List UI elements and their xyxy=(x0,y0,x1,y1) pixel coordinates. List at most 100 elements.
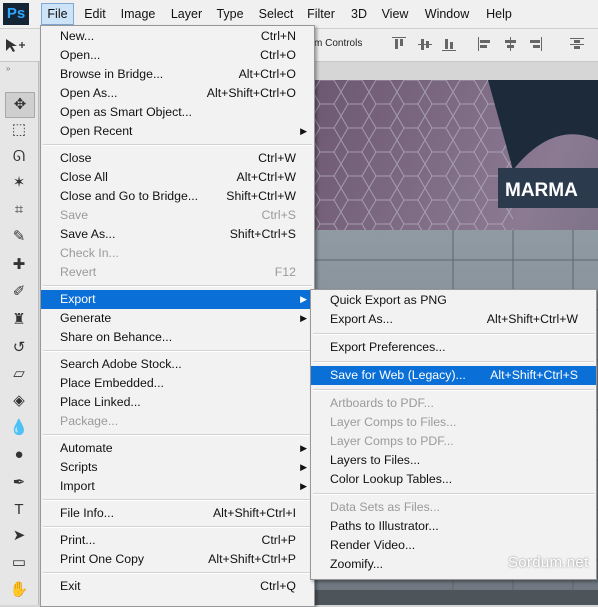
export-menu-item-layer-comps-to-files[interactable]: Layer Comps to Files... xyxy=(311,413,596,432)
file-menu-item-new[interactable]: New... Ctrl+N xyxy=(41,27,314,46)
submenu-arrow-icon: ▶ xyxy=(300,443,307,453)
file-menu-item-file-info[interactable]: File Info... Alt+Shift+Ctrl+I xyxy=(41,504,314,523)
file-menu-item-save[interactable]: Save Ctrl+S xyxy=(41,206,314,225)
file-menu-item-print-one-copy[interactable]: Print One Copy Alt+Shift+Ctrl+P xyxy=(41,550,314,569)
file-menu-item-automate[interactable]: Automate ▶ xyxy=(41,439,314,458)
file-menu-item-export[interactable]: Export ▶ xyxy=(41,290,314,309)
export-menu-item-render-video[interactable]: Render Video... xyxy=(311,536,596,555)
menu-image[interactable]: Image xyxy=(119,4,157,24)
submenu-arrow-icon: ▶ xyxy=(300,294,307,304)
file-menu-item-import[interactable]: Import ▶ xyxy=(41,477,314,496)
canvas-sign-text: MARMA xyxy=(505,180,578,201)
menu-item-label: Revert xyxy=(60,265,97,279)
export-menu-item-save-for-web-legacy[interactable]: Save for Web (Legacy)... Alt+Shift+Ctrl+S xyxy=(311,366,596,385)
menu-item-label: Open Recent xyxy=(60,124,133,138)
export-menu-item-color-lookup-tables[interactable]: Color Lookup Tables... xyxy=(311,470,596,489)
menu-separator xyxy=(43,434,312,436)
align-bottom-edges-icon[interactable] xyxy=(442,37,456,51)
marquee-tool-icon[interactable]: ⬚ xyxy=(5,118,33,142)
file-menu-item-close[interactable]: Close Ctrl+W xyxy=(41,149,314,168)
file-menu-item-close-and-go-to-bridge[interactable]: Close and Go to Bridge... Shift+Ctrl+W xyxy=(41,187,314,206)
healing-brush-tool-icon[interactable]: ✚ xyxy=(5,253,33,277)
export-menu-item-layers-to-files[interactable]: Layers to Files... xyxy=(311,451,596,470)
menu-item-label: Place Embedded... xyxy=(60,376,164,390)
align-left-edges-icon[interactable] xyxy=(478,37,492,51)
file-menu-item-share-on-behance[interactable]: Share on Behance... xyxy=(41,328,314,347)
file-menu-item-search-adobe-stock[interactable]: Search Adobe Stock... xyxy=(41,355,314,374)
file-menu-item-save-as[interactable]: Save As... Shift+Ctrl+S xyxy=(41,225,314,244)
file-menu-item-browse-in-bridge[interactable]: Browse in Bridge... Alt+Ctrl+O xyxy=(41,65,314,84)
menu-file[interactable]: File xyxy=(41,3,74,25)
menu-item-label: File Info... xyxy=(60,506,114,520)
menu-item-label: Save for Web (Legacy)... xyxy=(330,368,466,382)
align-top-edges-icon[interactable] xyxy=(392,37,406,51)
export-menu-item-quick-export-as-png[interactable]: Quick Export as PNG xyxy=(311,291,596,310)
menu-item-label: Color Lookup Tables... xyxy=(330,472,453,486)
photoshop-logo: Ps xyxy=(3,3,29,25)
hand-tool-icon[interactable]: ✋ xyxy=(5,578,33,602)
submenu-arrow-icon: ▶ xyxy=(300,462,307,472)
menu-window[interactable]: Window xyxy=(424,4,470,24)
menu-select[interactable]: Select xyxy=(257,4,295,24)
file-menu-item-check-in[interactable]: Check In... xyxy=(41,244,314,263)
move-tool-preset-icon[interactable] xyxy=(4,37,26,53)
clone-stamp-tool-icon[interactable]: ♜ xyxy=(5,308,33,332)
show-transform-controls-label[interactable]: m Controls xyxy=(314,38,362,49)
history-brush-tool-icon[interactable]: ↺ xyxy=(5,336,33,360)
file-menu-item-place-embedded[interactable]: Place Embedded... xyxy=(41,374,314,393)
brush-tool-icon[interactable]: ✐ xyxy=(5,280,33,304)
menu-3d[interactable]: 3D xyxy=(349,4,369,24)
menu-separator xyxy=(313,388,594,391)
panel-collapse-icon[interactable]: » xyxy=(6,64,10,73)
pen-tool-icon[interactable]: ✒ xyxy=(5,471,33,495)
file-menu-item-generate[interactable]: Generate ▶ xyxy=(41,309,314,328)
menu-item-label: Scripts xyxy=(60,460,98,474)
menu-layer[interactable]: Layer xyxy=(169,4,204,24)
file-menu-item-revert[interactable]: Revert F12 xyxy=(41,263,314,282)
export-menu-item-layer-comps-to-pdf[interactable]: Layer Comps to PDF... xyxy=(311,432,596,451)
export-menu-item-export-as[interactable]: Export As... Alt+Shift+Ctrl+W xyxy=(311,310,596,329)
menu-filter[interactable]: Filter xyxy=(306,4,336,24)
file-menu-item-place-linked[interactable]: Place Linked... xyxy=(41,393,314,412)
file-menu-item-scripts[interactable]: Scripts ▶ xyxy=(41,458,314,477)
menu-separator xyxy=(313,332,594,335)
magic-wand-tool-icon[interactable]: ✶ xyxy=(5,171,33,195)
distribute-top-edges-icon[interactable] xyxy=(570,37,584,51)
file-menu-item-open-as-smart-object[interactable]: Open as Smart Object... xyxy=(41,103,314,122)
type-tool-icon[interactable]: T xyxy=(5,498,33,522)
menu-item-label: Import xyxy=(60,479,95,493)
align-vertical-centers-icon[interactable] xyxy=(418,37,432,51)
paint-bucket-tool-icon[interactable]: ◈ xyxy=(5,389,33,413)
menu-item-shortcut: F12 xyxy=(274,265,296,279)
lasso-tool-icon[interactable]: ᘏ xyxy=(5,145,33,169)
eraser-tool-icon[interactable]: ▱ xyxy=(5,362,33,386)
export-menu-item-artboards-to-pdf[interactable]: Artboards to PDF... xyxy=(311,394,596,413)
menu-separator xyxy=(43,526,312,528)
rectangle-tool-icon[interactable]: ▭ xyxy=(5,551,33,575)
blur-tool-icon[interactable]: 💧 xyxy=(5,416,33,440)
export-menu-item-data-sets-as-files[interactable]: Data Sets as Files... xyxy=(311,498,596,517)
export-menu-item-export-preferences[interactable]: Export Preferences... xyxy=(311,338,596,357)
menu-edit[interactable]: Edit xyxy=(82,4,108,24)
menu-item-shortcut: Alt+Shift+Ctrl+S xyxy=(490,368,578,382)
export-menu-item-paths-to-illustrator[interactable]: Paths to Illustrator... xyxy=(311,517,596,536)
eyedropper-tool-icon[interactable]: ✎ xyxy=(5,225,33,249)
file-menu-item-open-recent[interactable]: Open Recent ▶ xyxy=(41,122,314,141)
file-menu-item-package[interactable]: Package... xyxy=(41,412,314,431)
align-right-edges-icon[interactable] xyxy=(528,37,542,51)
file-menu-item-open[interactable]: Open... Ctrl+O xyxy=(41,46,314,65)
path-selection-tool-icon[interactable]: ➤ xyxy=(5,524,33,548)
align-horizontal-centers-icon[interactable] xyxy=(503,37,517,51)
menu-help[interactable]: Help xyxy=(485,4,513,24)
menu-item-label: Print One Copy xyxy=(60,552,145,566)
menu-item-label: Close xyxy=(60,151,92,165)
move-tool-icon[interactable]: ✥ xyxy=(5,92,35,118)
crop-tool-icon[interactable]: ⌗ xyxy=(5,198,33,222)
dodge-tool-icon[interactable]: ● xyxy=(5,443,33,467)
menu-type[interactable]: Type xyxy=(214,4,246,24)
file-menu-item-print[interactable]: Print... Ctrl+P xyxy=(41,531,314,550)
file-menu-item-open-as[interactable]: Open As... Alt+Shift+Ctrl+O xyxy=(41,84,314,103)
file-menu-item-close-all[interactable]: Close All Alt+Ctrl+W xyxy=(41,168,314,187)
file-menu-item-exit[interactable]: Exit Ctrl+Q xyxy=(41,577,314,596)
menu-view[interactable]: View xyxy=(381,4,409,24)
